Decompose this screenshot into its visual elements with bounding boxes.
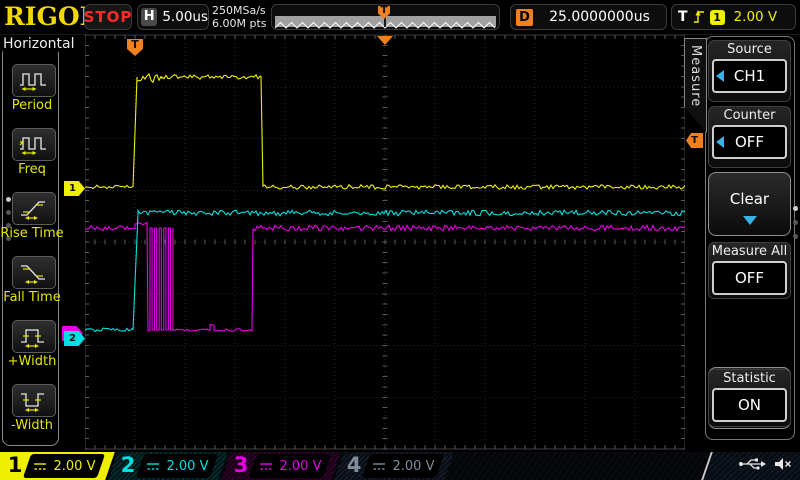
source-value-box[interactable]: CH1	[712, 59, 787, 93]
left-page-dot-2	[6, 210, 11, 215]
menu-tab-measure[interactable]: Measure	[684, 38, 707, 133]
right-page-dot-3	[793, 234, 798, 239]
measure-item-freq-label: Freq	[0, 162, 70, 177]
ch2-trace	[85, 210, 685, 331]
rise-time-icon	[19, 197, 49, 221]
measure-item-neg-width[interactable]	[12, 384, 56, 417]
statistic-value: ON	[738, 396, 761, 414]
measure-item-fall-time-label: Fall Time	[0, 290, 70, 305]
channel-1-number: 1	[7, 453, 23, 477]
measure-item-pos-width-label: +Width	[0, 354, 70, 369]
channel-tab-3[interactable]: 3 2.00 V	[226, 452, 336, 480]
positive-width-icon	[19, 325, 49, 349]
dc-coupling-icon	[146, 462, 160, 471]
horizontal-scale-value: 5.00us	[162, 9, 208, 25]
trigger-t-label: T	[678, 9, 688, 25]
channel-3-scale: 2.00 V	[280, 459, 322, 474]
channel-status-bar: 1 2.00 V 2	[0, 452, 800, 480]
negative-width-icon	[19, 389, 49, 413]
channel-tab-2[interactable]: 2 2.00 V	[113, 452, 223, 480]
rising-edge-icon	[693, 9, 705, 25]
counter-value: OFF	[735, 133, 764, 151]
memory-band	[275, 16, 496, 27]
counter-value-box[interactable]: OFF	[712, 125, 787, 159]
top-status-bar: RIGOL STOP H 5.00us 250MSa/s 6.00M pts T…	[0, 0, 800, 35]
measure-all-label: Measure All	[709, 244, 790, 259]
menu-item-source[interactable]: Source CH1	[708, 40, 791, 102]
measure-item-neg-width-label: -Width	[0, 418, 70, 433]
trigger-level-marker[interactable]: T	[686, 133, 703, 148]
chevron-down-icon	[743, 216, 757, 225]
sample-rate: 250MSa/s	[212, 4, 267, 17]
menu-item-clear[interactable]: Clear	[708, 172, 791, 236]
delay-time-box[interactable]: D 25.0000000us	[510, 4, 667, 30]
counter-label: Counter	[709, 108, 790, 123]
run-state-label: STOP	[84, 8, 133, 26]
channel-4-scale: 2.00 V	[393, 459, 435, 474]
channel-tab-1[interactable]: 1 2.00 V	[0, 452, 110, 480]
usb-icon	[738, 457, 766, 471]
right-page-dot-1	[793, 206, 798, 211]
oscilloscope-screen: RIGOL STOP H 5.00us 250MSa/s 6.00M pts T…	[0, 0, 800, 480]
menu-item-measure-all[interactable]: Measure All OFF	[708, 242, 791, 299]
trigger-source-badge: 1	[710, 10, 725, 25]
channel-3-number: 3	[233, 453, 249, 477]
measure-all-value-box[interactable]: OFF	[712, 261, 787, 295]
menu-item-statistic[interactable]: Statistic ON	[708, 369, 791, 427]
fall-time-icon	[19, 261, 49, 285]
measure-all-value: OFF	[735, 269, 764, 287]
horizontal-scale-box[interactable]: H 5.00us	[137, 4, 209, 30]
chevron-left-icon	[716, 70, 724, 82]
acquisition-info: 250MSa/s 6.00M pts	[212, 4, 267, 30]
measure-item-rise-time-label: Rise Time	[0, 226, 70, 241]
waveform-display[interactable]	[85, 35, 685, 450]
measure-item-period[interactable]	[12, 64, 56, 97]
measure-item-fall-time[interactable]	[12, 256, 56, 289]
horizontal-h-label: H	[141, 8, 157, 26]
measure-item-pos-width[interactable]	[12, 320, 56, 353]
trigger-status-box[interactable]: T 1 2.00 V	[671, 4, 796, 30]
menu-item-counter[interactable]: Counter OFF	[708, 106, 791, 168]
chevron-left-icon	[716, 136, 724, 148]
channel-2-number: 2	[120, 453, 136, 477]
source-label: Source	[709, 42, 790, 57]
channel-4-number: 4	[346, 453, 362, 477]
measure-item-rise-time[interactable]	[12, 192, 56, 225]
ch1-ground-marker[interactable]: 1	[64, 181, 85, 196]
speaker-muted-icon[interactable]	[774, 456, 792, 472]
channel-tab-4[interactable]: 4 2.00 V	[339, 452, 449, 480]
statistic-label: Statistic	[709, 371, 790, 386]
left-menu-title: Horizontal	[3, 36, 81, 52]
right-page-dot-2	[793, 220, 798, 225]
dc-coupling-icon	[259, 462, 273, 471]
dc-coupling-icon	[372, 462, 386, 471]
source-value: CH1	[734, 67, 765, 85]
memory-depth: 6.00M pts	[212, 17, 267, 30]
channel-2-scale: 2.00 V	[167, 459, 209, 474]
period-icon	[19, 69, 49, 93]
delay-value: 25.0000000us	[533, 9, 666, 25]
delay-d-label: D	[516, 9, 533, 26]
waveform-memory-preview[interactable]: T	[271, 4, 500, 30]
channel-1-scale: 2.00 V	[54, 459, 96, 474]
run-stop-status[interactable]: STOP	[84, 4, 132, 30]
statistic-value-box[interactable]: ON	[712, 388, 787, 422]
trigger-level-value: 2.00 V	[734, 9, 778, 25]
measure-item-period-label: Period	[0, 98, 70, 113]
measure-item-freq[interactable]	[12, 128, 56, 161]
dc-coupling-icon	[33, 462, 47, 471]
trigger-center-marker	[377, 36, 393, 45]
clear-label: Clear	[709, 190, 790, 208]
frequency-icon	[19, 133, 49, 157]
left-page-dot-1	[6, 197, 11, 202]
